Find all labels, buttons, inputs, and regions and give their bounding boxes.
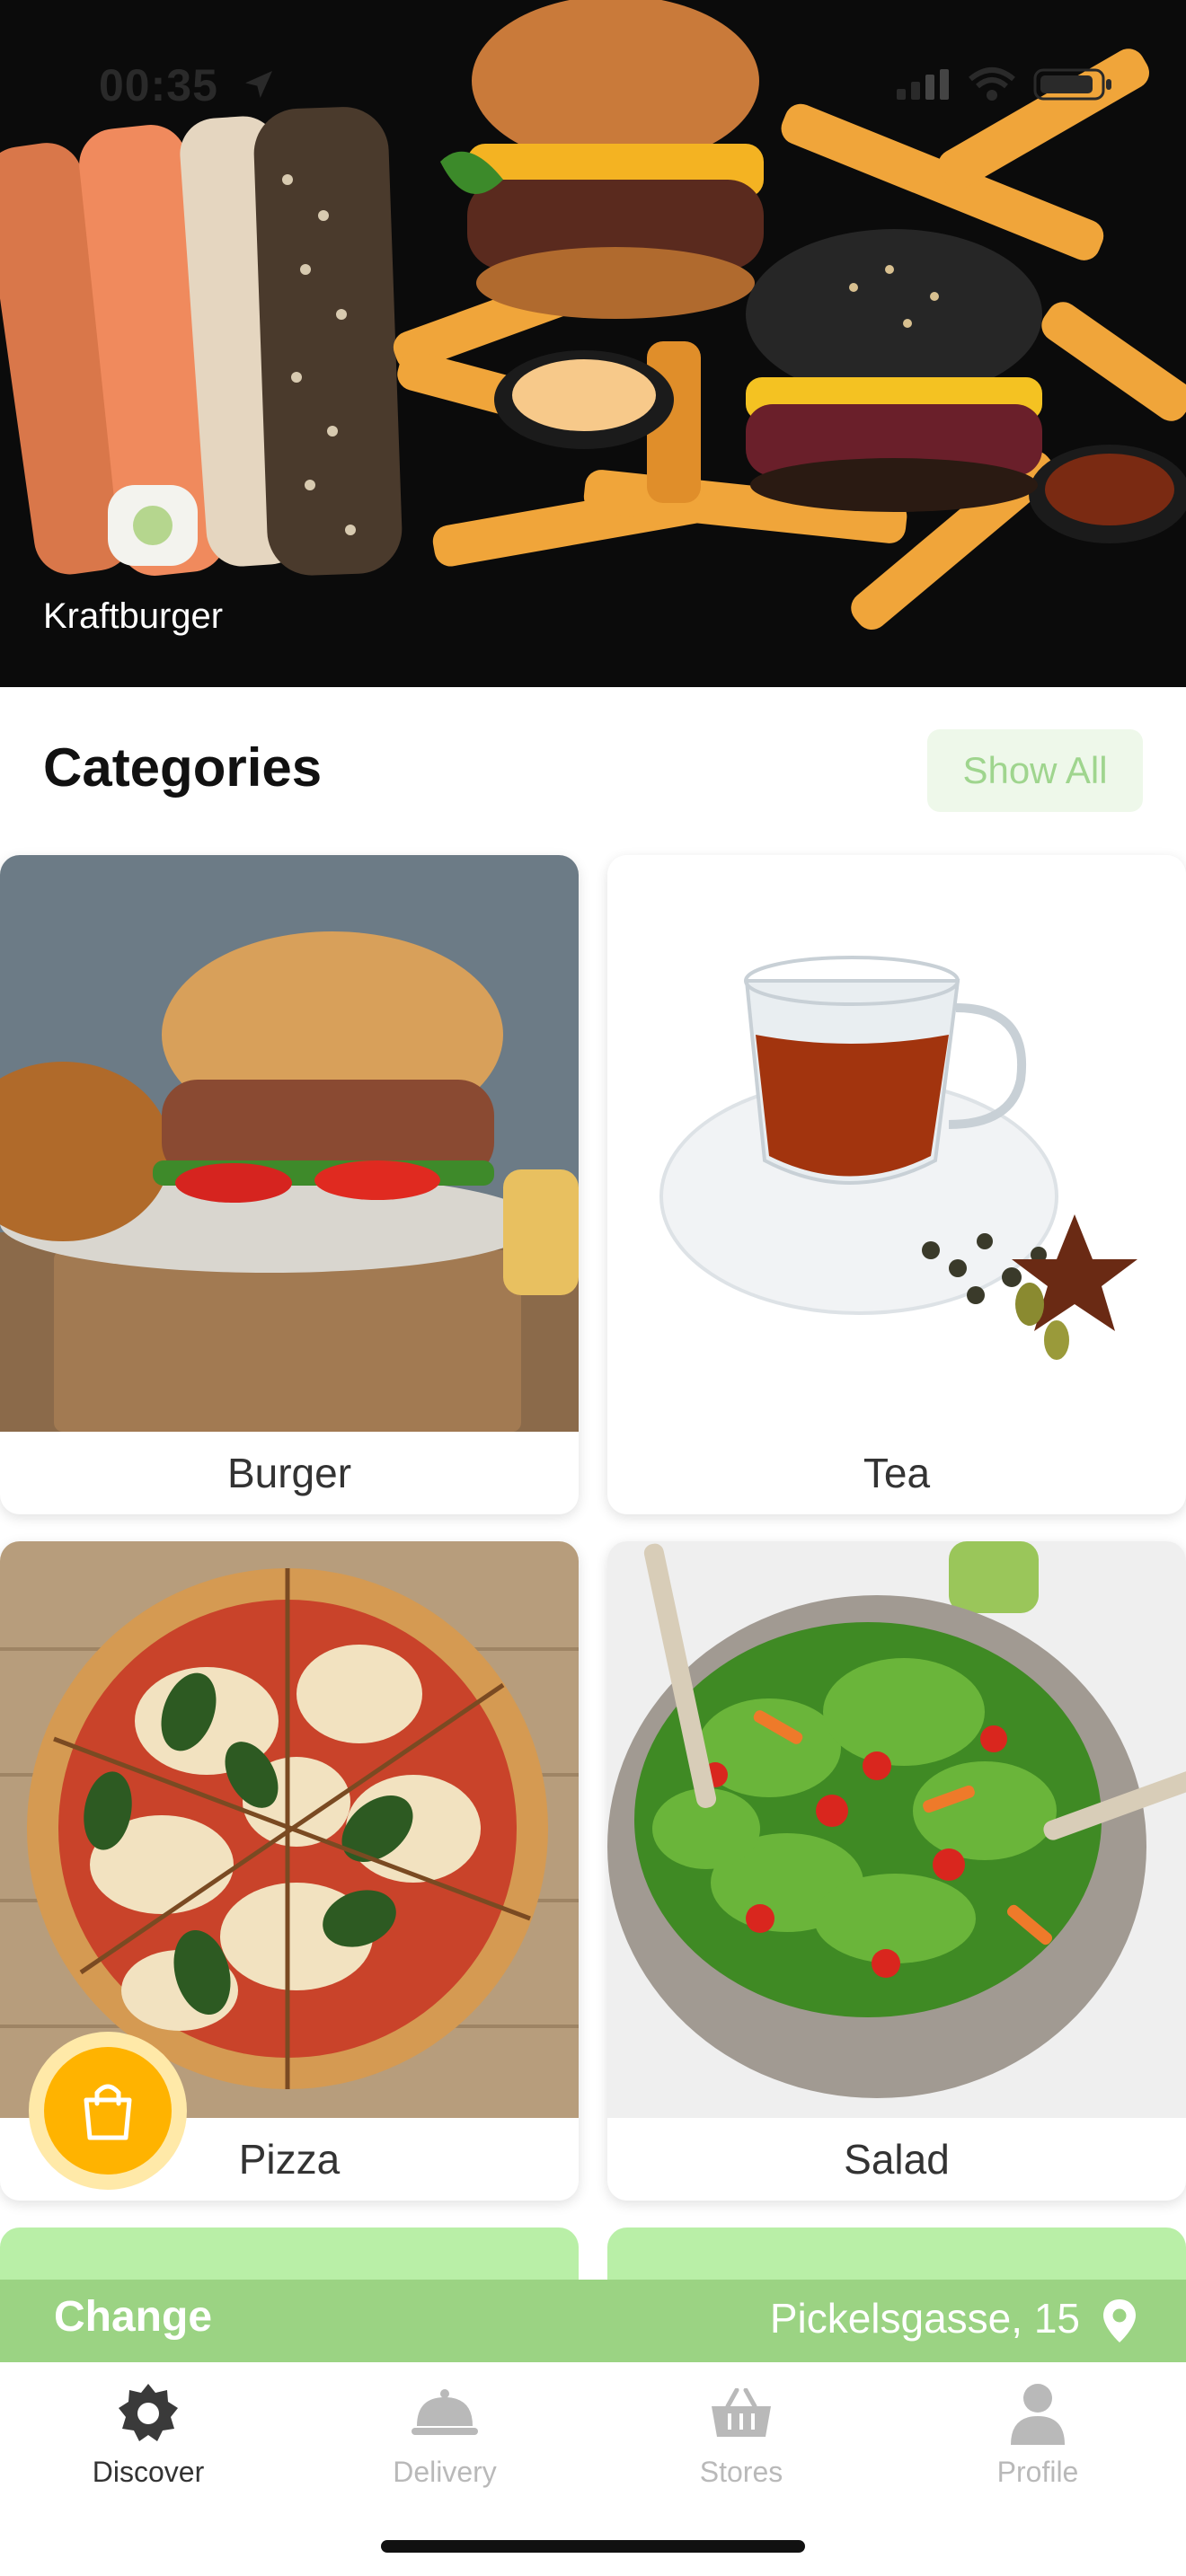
hero-caption: Kraftburger xyxy=(43,596,224,636)
address-bar[interactable]: Change Pickelsgasse, 15 xyxy=(0,2280,1186,2362)
tab-label: Stores xyxy=(699,2456,783,2488)
discover-icon xyxy=(119,2384,178,2441)
cloche-icon xyxy=(412,2389,478,2435)
burger-image xyxy=(0,855,579,1432)
basket-icon xyxy=(712,2388,771,2437)
status-indicators xyxy=(897,66,1114,102)
change-address-button[interactable]: Change xyxy=(54,2292,212,2342)
hero-banner[interactable]: 00:35 Kraftburger xyxy=(0,0,1186,687)
location-pin-icon xyxy=(1103,2299,1136,2342)
tea-image xyxy=(607,855,1186,1432)
cart-button[interactable] xyxy=(29,2032,187,2190)
category-label: Salad xyxy=(844,2136,950,2183)
delivery-address: Pickelsgasse, 15 xyxy=(769,2295,1080,2342)
category-card-tea[interactable]: Tea xyxy=(607,855,1186,1514)
tab-label: Discover xyxy=(92,2456,205,2488)
shopping-bag-icon xyxy=(84,2084,132,2140)
pizza-image xyxy=(0,1541,579,2118)
person-icon xyxy=(1011,2384,1065,2445)
status-bar: 00:35 xyxy=(0,54,1186,117)
category-card-salad[interactable]: Salad xyxy=(607,1541,1186,2201)
tab-label: Delivery xyxy=(393,2456,497,2488)
show-all-button[interactable]: Show All xyxy=(927,729,1143,812)
tab-delivery[interactable]: Delivery xyxy=(296,2362,593,2497)
category-label: Tea xyxy=(863,1450,931,1496)
signal-icon xyxy=(897,69,949,100)
section-title: Categories xyxy=(43,737,323,798)
category-card-burger[interactable]: Burger xyxy=(0,855,579,1514)
tab-discover[interactable]: Discover xyxy=(0,2362,296,2497)
tab-stores[interactable]: Stores xyxy=(593,2362,890,2497)
home-indicator xyxy=(381,2540,805,2553)
wifi-icon xyxy=(969,67,1015,101)
tab-profile[interactable]: Profile xyxy=(890,2362,1186,2497)
location-arrow-icon xyxy=(245,71,272,98)
tab-label: Profile xyxy=(996,2456,1079,2488)
battery-icon xyxy=(1033,68,1111,101)
salad-image xyxy=(607,1541,1186,2118)
status-time: 00:35 xyxy=(99,60,218,110)
category-label: Burger xyxy=(226,1450,352,1496)
